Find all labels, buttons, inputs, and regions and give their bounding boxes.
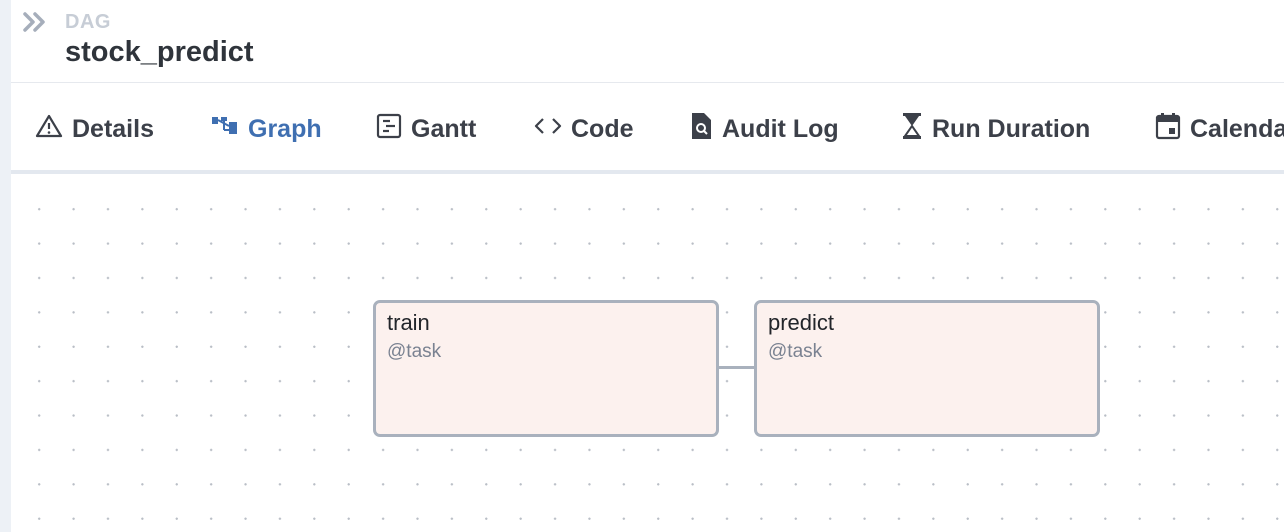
- dag-header: DAG stock_predict: [11, 0, 1284, 83]
- tab-label: Gantt: [411, 114, 477, 143]
- graph-edge: [717, 366, 757, 369]
- tab-label: Details: [72, 114, 154, 143]
- tab-label: Code: [571, 114, 634, 143]
- tab-gantt[interactable]: Gantt: [376, 84, 477, 170]
- task-type: @task: [768, 341, 823, 362]
- graph-canvas[interactable]: train @task predict @task: [11, 178, 1284, 532]
- tab-label: Calendar: [1190, 114, 1284, 143]
- double-chevron-right-icon[interactable]: [22, 11, 48, 33]
- warning-triangle-icon: [35, 113, 63, 146]
- task-node-train[interactable]: train @task: [373, 300, 719, 437]
- tab-run-duration[interactable]: Run Duration: [901, 84, 1091, 170]
- hourglass-icon: [901, 112, 923, 147]
- page-title: stock_predict: [65, 36, 254, 68]
- document-search-icon: [689, 112, 713, 147]
- calendar-icon: [1155, 112, 1181, 147]
- breadcrumb-label: DAG: [65, 11, 111, 33]
- tab-bar: Details Graph Gantt Code Audit Log Run D…: [11, 84, 1284, 174]
- main-panel: DAG stock_predict Details Graph Gantt Co…: [11, 0, 1284, 532]
- tab-label: Audit Log: [722, 114, 839, 143]
- task-name: predict: [768, 310, 835, 335]
- task-type: @task: [387, 341, 442, 362]
- code-icon: [534, 115, 562, 144]
- left-rail: [0, 0, 11, 532]
- active-tab-indicator: [186, 170, 351, 174]
- task-name: train: [387, 310, 430, 335]
- gantt-icon: [376, 113, 402, 146]
- tab-label: Graph: [248, 114, 322, 143]
- tab-audit-log[interactable]: Audit Log: [689, 84, 839, 170]
- tab-label: Run Duration: [932, 114, 1091, 143]
- tab-graph[interactable]: Graph: [211, 84, 322, 170]
- graph-icon: [211, 114, 239, 145]
- task-node-predict[interactable]: predict @task: [754, 300, 1100, 437]
- tab-details[interactable]: Details: [35, 84, 154, 170]
- tab-calendar[interactable]: Calendar: [1155, 84, 1284, 170]
- tab-code[interactable]: Code: [534, 84, 634, 170]
